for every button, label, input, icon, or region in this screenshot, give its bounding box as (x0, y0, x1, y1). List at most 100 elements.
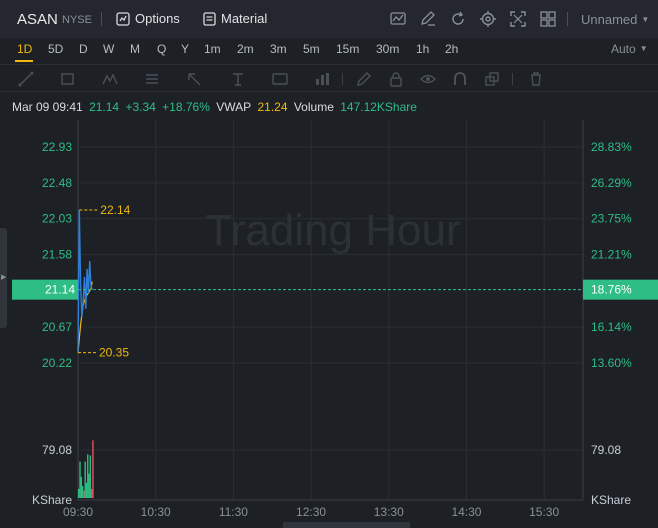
timeframe-m[interactable]: M (130, 42, 140, 56)
timeframe-1m[interactable]: 1m (204, 42, 221, 56)
percent-tick-label: 13.60% (591, 356, 632, 370)
top-toolbar: ASAN NYSE Options Material Unnamed ▼ (0, 0, 658, 38)
price-markers: 22.14 20.35 (78, 203, 131, 360)
volume-bar (83, 490, 85, 498)
trend-line-icon[interactable] (18, 71, 34, 87)
timeframe-2m[interactable]: 2m (237, 42, 254, 56)
percent-tick-label: 16.14% (591, 320, 632, 334)
rectangle-tool-icon[interactable] (60, 71, 76, 87)
divider (567, 12, 568, 26)
timeframe-d[interactable]: D (79, 42, 88, 56)
timeframe-2h[interactable]: 2h (445, 42, 458, 56)
timeframe-5m[interactable]: 5m (303, 42, 320, 56)
layout-name: Unnamed (581, 12, 638, 27)
layout-selector[interactable]: Unnamed ▼ (581, 12, 649, 27)
quote-info-bar: Mar 09 09:41 21.14 +3.34 +18.76% VWAP 21… (12, 100, 420, 114)
divider (512, 73, 513, 85)
timeframe-5d[interactable]: 5D (48, 42, 63, 56)
ticker-symbol[interactable]: ASAN (17, 11, 58, 28)
price-tick-label: 22.03 (42, 212, 72, 226)
volume-bar (85, 482, 88, 498)
fibonacci-tool-icon[interactable] (144, 71, 160, 87)
time-tick-label: 15:30 (529, 505, 559, 519)
timeframe-3m[interactable]: 3m (270, 42, 287, 56)
settings-icon[interactable] (479, 10, 497, 28)
material-button[interactable]: Material (203, 11, 267, 26)
scale-mode-label: Auto (611, 42, 636, 56)
volume-bar (87, 454, 89, 498)
chart-grid (77, 120, 584, 501)
time-tick-label: 14:30 (451, 505, 481, 519)
vwap-value: 21.24 (257, 100, 288, 114)
timeframe-y[interactable]: Y (181, 42, 189, 56)
time-tick-label: 11:30 (219, 505, 248, 519)
volume-bar (78, 488, 80, 498)
time-axis: 09:30 10:30 11:30 12:30 13:30 14:30 15:30 (63, 505, 559, 528)
price-chart[interactable]: Trading Hour 22.93 22.48 22.03 21.58 20.67 20… (0, 120, 658, 528)
group-icon[interactable] (484, 71, 500, 87)
chart-style-icon[interactable] (389, 10, 407, 28)
eye-icon[interactable] (420, 71, 436, 87)
timeframe-30m[interactable]: 30m (376, 42, 399, 56)
percent-tick-label: 28.83% (591, 140, 632, 154)
volume-bar (89, 455, 92, 498)
magnet-icon[interactable] (452, 71, 468, 87)
text-tool-icon[interactable] (230, 71, 246, 87)
drawing-icon[interactable] (419, 10, 437, 28)
chevron-down-icon: ▼ (639, 44, 648, 53)
timeframe-q[interactable]: Q (157, 42, 166, 56)
percent-tick-label: 23.75% (591, 212, 632, 226)
time-scroll-tab (283, 522, 410, 528)
arrow-tool-icon[interactable] (186, 71, 202, 87)
volume-bars (78, 440, 94, 498)
volume-bar (84, 461, 86, 498)
percent-axis: 28.83% 26.29% 23.75% 21.21% 16.14% 13.60% 79.0… (591, 140, 632, 507)
volume-value: 147.12KShare (340, 100, 417, 114)
pattern-tool-icon[interactable] (102, 71, 118, 87)
material-label: Material (221, 11, 268, 26)
quote-change: +3.34 (125, 100, 156, 114)
time-tick-label: 12:30 (296, 505, 326, 519)
time-tick-label: 09:30 (63, 505, 93, 519)
time-tick-label: 13:30 (374, 505, 404, 519)
chevron-right-icon: ▶ (1, 274, 7, 281)
fullscreen-icon[interactable] (509, 10, 527, 28)
divider (342, 73, 343, 85)
timeframe-w[interactable]: W (103, 42, 114, 56)
trash-icon[interactable] (528, 71, 544, 87)
timeframe-15m[interactable]: 15m (336, 42, 359, 56)
vwap-label: VWAP (216, 100, 252, 114)
document-icon (203, 11, 216, 26)
volume-bar (79, 461, 81, 498)
volume-bar (90, 488, 93, 498)
divider (101, 12, 102, 26)
volume-tick-label: 79.08 (42, 443, 72, 457)
volume-tick-label: 79.08 (591, 443, 621, 457)
current-price-line: 21.14 18.76% (12, 279, 658, 300)
timeframe-1h[interactable]: 1h (416, 42, 429, 56)
volume-bar (80, 476, 82, 498)
quote-price: 21.14 (89, 100, 120, 114)
refresh-icon[interactable] (449, 10, 467, 28)
pencil-icon[interactable] (356, 71, 372, 87)
note-tool-icon[interactable] (272, 71, 288, 87)
scale-mode-selector[interactable]: Auto ▼ (611, 42, 648, 56)
volume-label: Volume (293, 100, 334, 114)
drawing-toolbar (0, 64, 658, 92)
price-tick-label: 21.58 (42, 248, 72, 262)
layout-grid-icon[interactable] (539, 10, 557, 28)
options-icon (116, 11, 130, 26)
quote-change-pct: +18.76% (162, 100, 210, 114)
timeframe-1d[interactable]: 1D (17, 42, 32, 56)
price-axis: 22.9322.4822.0321.5820.6720.2279.08KShar… (32, 140, 72, 507)
options-button[interactable]: Options (116, 11, 180, 26)
timeframe-bar: 1D 5D D W M Q Y 1m 2m 3m 5m 15m 30m 1h 2… (0, 38, 658, 62)
measure-tool-icon[interactable] (314, 71, 330, 87)
exchange-label: NYSE (62, 14, 92, 26)
current-price-label: 21.14 (45, 283, 75, 297)
active-timeframe-indicator (15, 60, 33, 62)
watermark-text: Trading Hour (205, 206, 460, 255)
price-tick-label: 22.48 (42, 176, 72, 190)
lock-icon[interactable] (388, 71, 404, 87)
quote-datetime: Mar 09 09:41 (12, 100, 83, 114)
